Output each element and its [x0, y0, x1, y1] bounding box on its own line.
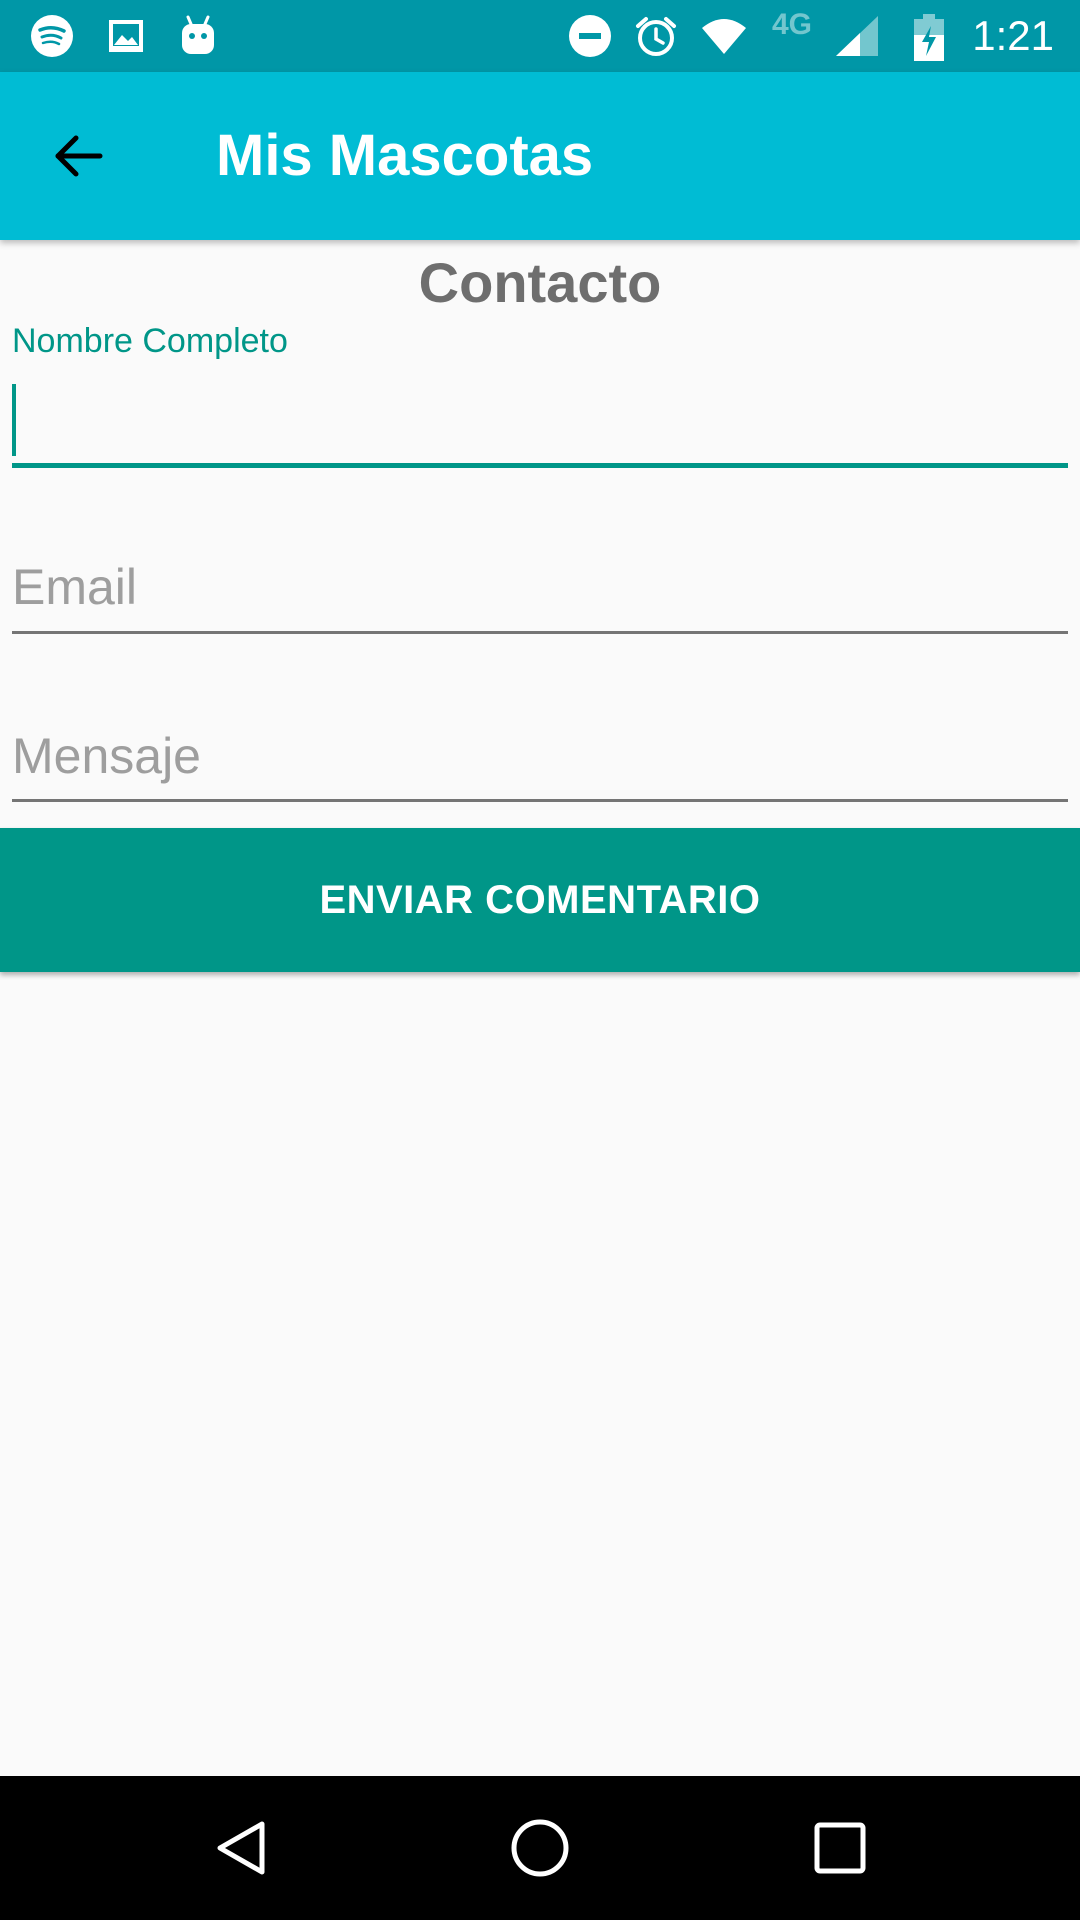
- message-underline: [12, 799, 1068, 802]
- wifi-icon: [700, 14, 746, 58]
- android-debug-icon: [176, 14, 220, 58]
- battery-charging-icon: [912, 14, 956, 61]
- full-name-label: Nombre Completo: [12, 322, 288, 360]
- home-circle-icon: [511, 1819, 569, 1877]
- image-icon: [104, 14, 148, 58]
- arrow-back-icon: [55, 135, 103, 177]
- send-comment-button[interactable]: ENVIAR COMENTARIO: [0, 828, 1080, 972]
- contact-screen: 4G 1:21 Mis Mascotas Contacto Nombre Com…: [0, 0, 1080, 1920]
- back-triangle-icon: [217, 1821, 265, 1875]
- back-button[interactable]: [36, 114, 120, 198]
- full-name-field: Nombre Completo: [12, 320, 1068, 470]
- email-field: [12, 548, 1068, 636]
- app-title: Mis Mascotas: [216, 123, 594, 188]
- nav-recents-button[interactable]: [798, 1812, 882, 1884]
- spotify-icon: [30, 14, 74, 58]
- status-bar: 4G 1:21: [0, 0, 1080, 72]
- app-bar: Mis Mascotas: [0, 72, 1080, 240]
- clock-time: 1:21: [972, 12, 1054, 59]
- alarm-icon: [634, 14, 678, 58]
- full-name-input[interactable]: [12, 382, 1068, 460]
- full-name-underline: [12, 463, 1068, 468]
- signal-icon: [834, 14, 878, 58]
- navigation-bar: [0, 1776, 1080, 1920]
- page-title: Contacto: [418, 251, 662, 314]
- network-type-label: 4G: [772, 8, 813, 41]
- nav-back-button[interactable]: [198, 1812, 282, 1884]
- message-field: [12, 717, 1068, 805]
- email-input[interactable]: [12, 548, 1068, 626]
- recents-square-icon: [814, 1822, 866, 1874]
- do-not-disturb-icon: [568, 14, 612, 58]
- email-underline: [12, 631, 1068, 634]
- nav-home-button[interactable]: [498, 1812, 582, 1884]
- message-input[interactable]: [12, 717, 1068, 795]
